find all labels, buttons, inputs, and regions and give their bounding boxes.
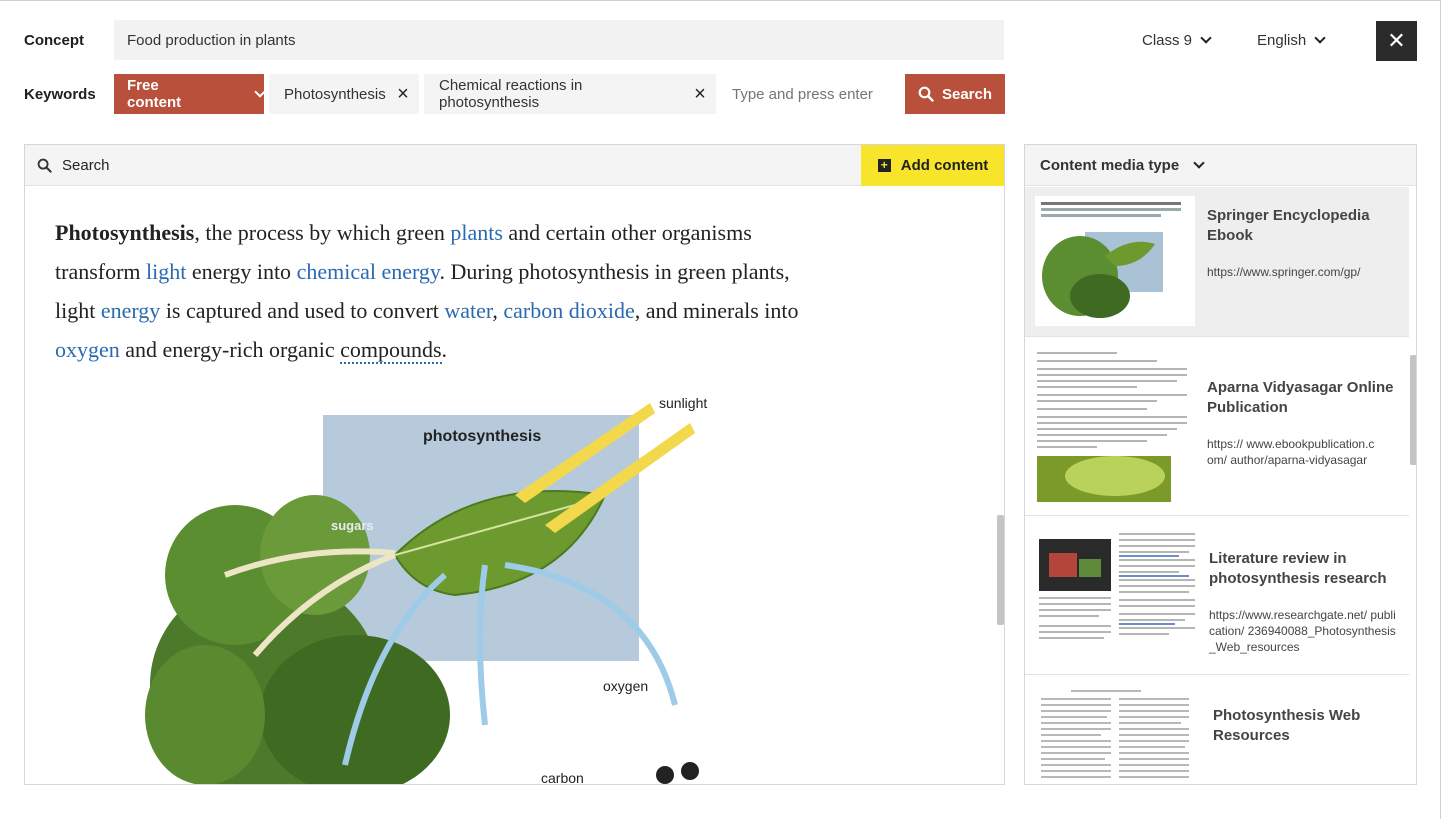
free-content-label: Free content bbox=[127, 77, 182, 111]
card-thumbnail bbox=[1039, 529, 1197, 669]
keyword-input[interactable] bbox=[716, 74, 896, 114]
class-select-value: Class 9 bbox=[1142, 31, 1193, 49]
article-text: Photosynthesis, the process by which gre… bbox=[55, 213, 825, 369]
close-icon[interactable]: × bbox=[684, 83, 716, 106]
media-card[interactable]: Springer Encyclopedia Ebook https://www.… bbox=[1025, 187, 1409, 337]
article-text-span: energy into bbox=[186, 259, 297, 284]
article-text-span: is captured and used to convert bbox=[160, 298, 445, 323]
concept-input[interactable]: Food production in plants bbox=[114, 20, 1004, 60]
card-thumbnail bbox=[1035, 196, 1195, 326]
keyword-chip: Photosynthesis × bbox=[269, 74, 419, 114]
card-title: Springer Encyclopedia Ebook bbox=[1207, 207, 1370, 244]
close-icon[interactable]: × bbox=[387, 83, 419, 106]
media-list-scrollbar[interactable] bbox=[1410, 355, 1416, 465]
chevron-down-icon bbox=[1200, 32, 1212, 44]
keyword-chip-label: Photosynthesis bbox=[284, 85, 386, 103]
card-meta: Springer Encyclopedia Ebook https://www.… bbox=[1195, 196, 1409, 336]
article-link[interactable]: plants bbox=[450, 220, 503, 245]
close-icon: ✕ bbox=[1387, 28, 1406, 53]
article-link[interactable]: energy bbox=[101, 298, 160, 323]
keyword-chip-label: Chemical reactions in photosynthesis bbox=[439, 77, 583, 111]
person-figure bbox=[656, 766, 674, 784]
search-icon bbox=[918, 86, 934, 102]
chevron-down-icon bbox=[1193, 157, 1205, 169]
article-text-span: , and minerals into bbox=[634, 298, 799, 323]
article-link[interactable]: compounds bbox=[340, 337, 442, 364]
article-text-span: and energy-rich organic bbox=[119, 337, 341, 362]
card-meta: Aparna Vidyasagar Online Publication htt… bbox=[1195, 348, 1409, 515]
card-thumbnail bbox=[1041, 686, 1201, 784]
media-type-label: Content media type bbox=[1040, 156, 1180, 174]
card-title: Literature review in photosynthesis rese… bbox=[1209, 550, 1387, 587]
article-text-span: , the process by which green bbox=[194, 220, 451, 245]
keywords-label: Keywords bbox=[24, 86, 96, 103]
search-icon bbox=[37, 158, 52, 173]
diagram-label-sunlight: sunlight bbox=[659, 395, 707, 411]
media-list-panel: Content media type Springer Encyclopedia… bbox=[1024, 144, 1417, 785]
language-select-value: English bbox=[1257, 31, 1307, 49]
concept-label: Concept bbox=[24, 32, 84, 49]
app-window: Concept Food production in plants Class … bbox=[0, 0, 1441, 819]
diagram-label-carbon: carbon bbox=[541, 770, 584, 785]
keyword-chip: Chemical reactions in photosynthesis × bbox=[424, 74, 716, 114]
content-search-label: Search bbox=[62, 156, 110, 174]
add-content-button[interactable]: + Add content bbox=[861, 145, 1004, 186]
diagram-label-oxygen: oxygen bbox=[603, 678, 648, 694]
article-link[interactable]: oxygen bbox=[55, 337, 120, 362]
free-content-dropdown[interactable]: Free content bbox=[114, 74, 266, 114]
diagram-label-sugars: sugars bbox=[331, 518, 374, 533]
card-title: Aparna Vidyasagar Online Publication bbox=[1207, 379, 1394, 416]
content-viewer: Search + Add content Photosynthesis, the… bbox=[24, 144, 1005, 785]
class-select[interactable]: Class 9 bbox=[1142, 25, 1212, 55]
article-text-span: , bbox=[492, 298, 504, 323]
card-meta: Photosynthesis Web Resources bbox=[1201, 686, 1409, 784]
card-url[interactable]: https://www.researchgate.net/ publicatio… bbox=[1209, 607, 1397, 655]
keyword-chips: Photosynthesis × Chemical reactions in p… bbox=[264, 74, 905, 114]
card-url[interactable]: https:// www.ebookpublication.com/ autho… bbox=[1207, 436, 1377, 468]
card-meta: Literature review in photosynthesis rese… bbox=[1197, 529, 1397, 674]
article-link[interactable]: light bbox=[146, 259, 186, 284]
plus-icon: + bbox=[877, 159, 891, 172]
search-button[interactable]: Search bbox=[905, 74, 1005, 114]
article-text-span: . bbox=[441, 337, 448, 362]
article-link[interactable]: chemical energy bbox=[297, 259, 440, 284]
media-card[interactable]: Photosynthesis Web Resources bbox=[1025, 676, 1409, 784]
article-term: Photosynthesis bbox=[55, 220, 195, 245]
person-figure bbox=[681, 762, 699, 780]
media-card[interactable]: Literature review in photosynthesis rese… bbox=[1025, 517, 1409, 675]
close-button[interactable]: ✕ bbox=[1376, 21, 1417, 61]
search-button-label: Search bbox=[941, 85, 993, 103]
language-select[interactable]: English bbox=[1257, 25, 1326, 55]
chevron-down-icon bbox=[1314, 32, 1326, 44]
add-content-label: Add content bbox=[900, 157, 989, 174]
photosynthesis-diagram: photosynthesis sunlight sugars oxygen ca… bbox=[145, 395, 707, 785]
card-url[interactable]: https://www.springer.com/gp/ bbox=[1207, 264, 1409, 280]
card-thumbnail bbox=[1037, 348, 1195, 503]
diagram-label-photosynthesis: photosynthesis bbox=[423, 428, 541, 445]
content-search-input[interactable]: Search bbox=[25, 145, 861, 186]
article-link[interactable]: water bbox=[444, 298, 492, 323]
media-card[interactable]: Aparna Vidyasagar Online Publication htt… bbox=[1025, 338, 1409, 516]
card-title: Photosynthesis Web Resources bbox=[1213, 707, 1361, 744]
content-scrollbar[interactable] bbox=[997, 515, 1004, 625]
article-link[interactable]: carbon dioxide bbox=[503, 298, 634, 323]
media-type-dropdown[interactable]: Content media type bbox=[1025, 145, 1416, 186]
